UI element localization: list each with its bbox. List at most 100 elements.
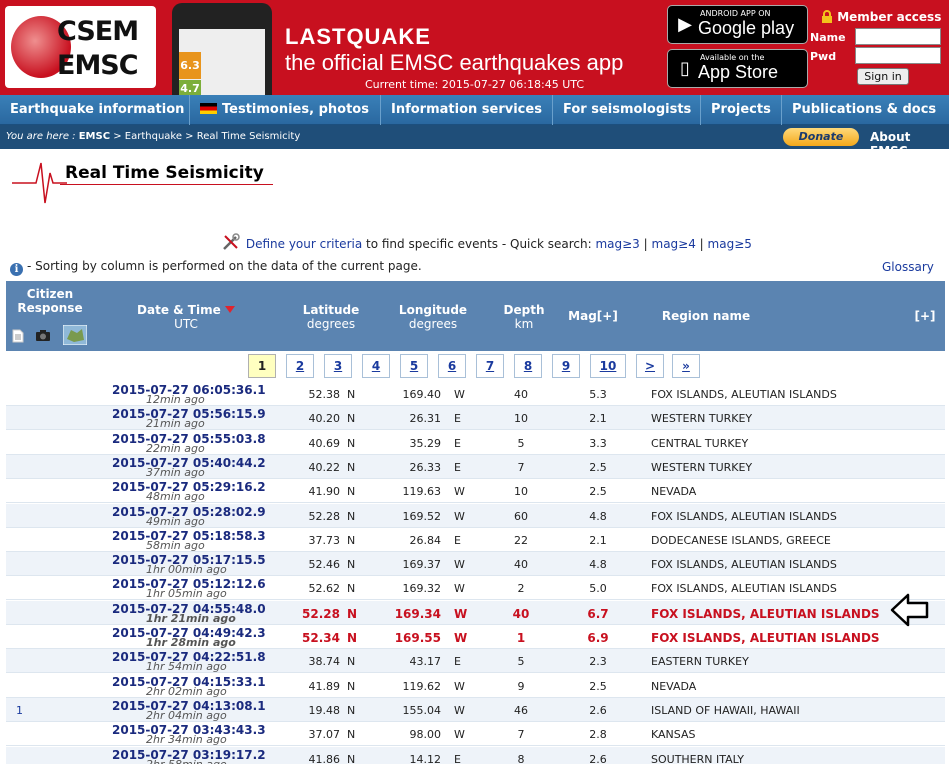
nav-information-services[interactable]: Information services (381, 95, 553, 125)
page-1-current[interactable]: 1 (248, 354, 276, 378)
page-6-link[interactable]: 6 (438, 354, 466, 378)
th-latitude[interactable]: Latitude degrees (292, 303, 370, 331)
last-page-link[interactable]: » (672, 354, 700, 378)
event-longitude: 26.84 (409, 533, 442, 547)
th-longitude[interactable]: Longitude degrees (390, 303, 476, 331)
nav-publications-docs[interactable]: Publications & docs (782, 95, 949, 125)
quick-search-mag3[interactable]: mag≥3 (595, 237, 639, 251)
th-date-time-unit: UTC (174, 317, 198, 331)
event-latitude-hemisphere: N (347, 679, 356, 693)
table-row[interactable]: 2015-07-27 03:19:17.2 2hr 58min ago 41.86 N… (6, 746, 945, 764)
event-time-ago: 1hr 28min ago (146, 636, 236, 649)
event-magnitude: 2.6 (589, 703, 607, 717)
define-criteria-link[interactable]: Define your criteria (246, 237, 362, 251)
event-longitude-hemisphere: W (454, 606, 468, 621)
quick-search-mag4[interactable]: mag≥4 (652, 237, 696, 251)
table-row[interactable]: 2015-07-27 05:55:03.8 22min ago 40.69 N 35.2… (6, 431, 945, 455)
event-longitude: 155.04 (402, 703, 442, 717)
event-longitude-hemisphere: E (454, 436, 461, 450)
th-depth[interactable]: Depth km (496, 303, 552, 331)
table-row[interactable]: 1 2015-07-27 04:13:08.1 2hr 04min ago 19.48… (6, 697, 945, 722)
about-emsc-link[interactable]: About EMSC (870, 130, 949, 158)
event-latitude: 41.90 (308, 485, 341, 499)
table-row[interactable]: 2015-07-27 05:40:44.2 37min ago 40.22 N 26.3… (6, 454, 945, 479)
event-longitude-hemisphere: W (454, 558, 465, 572)
glossary-link[interactable]: Glossary (882, 260, 934, 274)
sign-in-button[interactable]: Sign in (857, 68, 909, 85)
page-2-link[interactable]: 2 (286, 354, 314, 378)
citizen-response-count[interactable]: 1 (16, 704, 23, 717)
name-input[interactable] (855, 28, 941, 45)
table-row-highlighted[interactable]: 2015-07-27 04:49:42.3 1hr 28min ago 52.34 N… (6, 625, 945, 649)
app-store-button[interactable]: ▯ Available on the App Store (667, 49, 808, 88)
event-latitude: 37.73 (308, 533, 341, 547)
table-row[interactable]: 2015-07-27 05:28:02.9 49min ago 52.28 N 169.… (6, 503, 945, 528)
table-row[interactable]: 2015-07-27 05:17:15.5 1hr 00min ago 52.46 N… (6, 552, 945, 577)
th-magnitude[interactable]: Mag[+] (564, 309, 622, 323)
table-row-highlighted[interactable]: 2015-07-27 04:55:48.0 1hr 21min ago 52.28 N… (6, 600, 945, 625)
event-latitude: 40.22 (308, 460, 341, 474)
page-title: Real Time Seismicity (65, 163, 264, 183)
table-row[interactable]: 2015-07-27 03:43:43.3 2hr 34min ago 37.07 N… (6, 722, 945, 747)
camera-icon[interactable] (35, 329, 51, 342)
page-3-link[interactable]: 3 (324, 354, 352, 378)
table-row[interactable]: 2015-07-27 05:29:16.2 48min ago 41.90 N 119.… (6, 479, 945, 504)
nav-projects[interactable]: Projects (701, 95, 782, 125)
google-play-button[interactable]: ▶ ANDROID APP ON Google play (667, 5, 808, 44)
map-icon[interactable] (63, 325, 87, 345)
table-row[interactable]: 2015-07-27 05:12:12.6 1hr 05min ago 52.62 N… (6, 576, 945, 601)
event-longitude-hemisphere: E (454, 412, 461, 426)
event-longitude: 169.34 (394, 606, 441, 621)
page-5-link[interactable]: 5 (400, 354, 428, 378)
event-time-ago: 37min ago (146, 465, 205, 479)
logo-text-emsc: EMSC (57, 50, 139, 81)
quick-search-mag5[interactable]: mag≥5 (708, 237, 752, 251)
testimony-form-icon[interactable] (12, 329, 24, 343)
table-row[interactable]: 2015-07-27 04:22:51.8 1hr 54min ago 38.74 N… (6, 649, 945, 674)
next-page-link[interactable]: > (636, 354, 664, 378)
event-latitude: 40.20 (308, 412, 341, 426)
sort-desc-icon[interactable] (224, 306, 235, 313)
event-longitude-hemisphere: E (454, 533, 461, 547)
table-row[interactable]: 2015-07-27 05:56:15.9 21min ago 40.20 N 26.3… (6, 406, 945, 431)
nav-earthquake-information[interactable]: Earthquake information (0, 95, 190, 125)
page-7-link[interactable]: 7 (476, 354, 504, 378)
page-4-link[interactable]: 4 (362, 354, 390, 378)
page-10-link[interactable]: 10 (590, 354, 626, 378)
app-store-caption: Available on the (700, 53, 765, 62)
th-date-time-label: Date & Time (137, 303, 221, 317)
phone-app-image[interactable]: 6.3 4.7 (172, 3, 272, 95)
event-time-ago: 2hr 02min ago (146, 684, 227, 698)
page-8-link[interactable]: 8 (514, 354, 542, 378)
table-row[interactable]: 2015-07-27 06:05:36.1 12min ago 52.38 N 169.… (6, 382, 945, 406)
table-header: Citizen Response Date & Time UTC Latitud… (6, 281, 945, 351)
breadcrumb-path[interactable]: > Earthquake > Real Time Seismicity (110, 131, 300, 142)
google-play-caption: ANDROID APP ON (700, 9, 771, 18)
app-subtitle[interactable]: the official EMSC earthquakes app (285, 50, 623, 76)
event-magnitude: 2.6 (589, 752, 607, 764)
event-magnitude: 6.7 (587, 606, 609, 621)
nav-for-seismologists[interactable]: For seismologists (553, 95, 701, 125)
csem-emsc-logo[interactable]: CSEM EMSC (5, 6, 156, 88)
table-row[interactable]: 2015-07-27 05:18:58.3 58min ago 37.73 N 26.8… (6, 528, 945, 552)
event-magnitude: 2.5 (589, 460, 607, 474)
page-9-link[interactable]: 9 (552, 354, 580, 378)
breadcrumb-home-link[interactable]: EMSC (79, 131, 110, 142)
table-row[interactable]: 2015-07-27 04:15:33.1 2hr 02min ago 41.89 N… (6, 674, 945, 698)
th-region-name[interactable]: Region name (646, 309, 766, 323)
event-longitude: 119.62 (402, 679, 442, 693)
th-more-columns[interactable]: [+] (908, 309, 942, 323)
nav-testimonies-photos[interactable]: Testimonies, photos (190, 95, 381, 125)
app-title[interactable]: LASTQUAKE (285, 24, 431, 50)
event-depth: 10 (514, 412, 528, 426)
event-longitude: 98.00 (409, 728, 442, 742)
event-depth: 7 (517, 460, 525, 474)
password-input[interactable] (855, 47, 941, 64)
member-access: Member access (821, 10, 941, 24)
donate-button[interactable]: Donate (783, 128, 859, 146)
pagination: 1 2 3 4 5 6 7 8 9 10 > » (6, 351, 945, 383)
event-time-ago: 22min ago (146, 441, 205, 455)
event-longitude-hemisphere: W (454, 509, 465, 523)
event-depth: 22 (514, 533, 528, 547)
th-date-time[interactable]: Date & Time UTC (126, 303, 246, 331)
